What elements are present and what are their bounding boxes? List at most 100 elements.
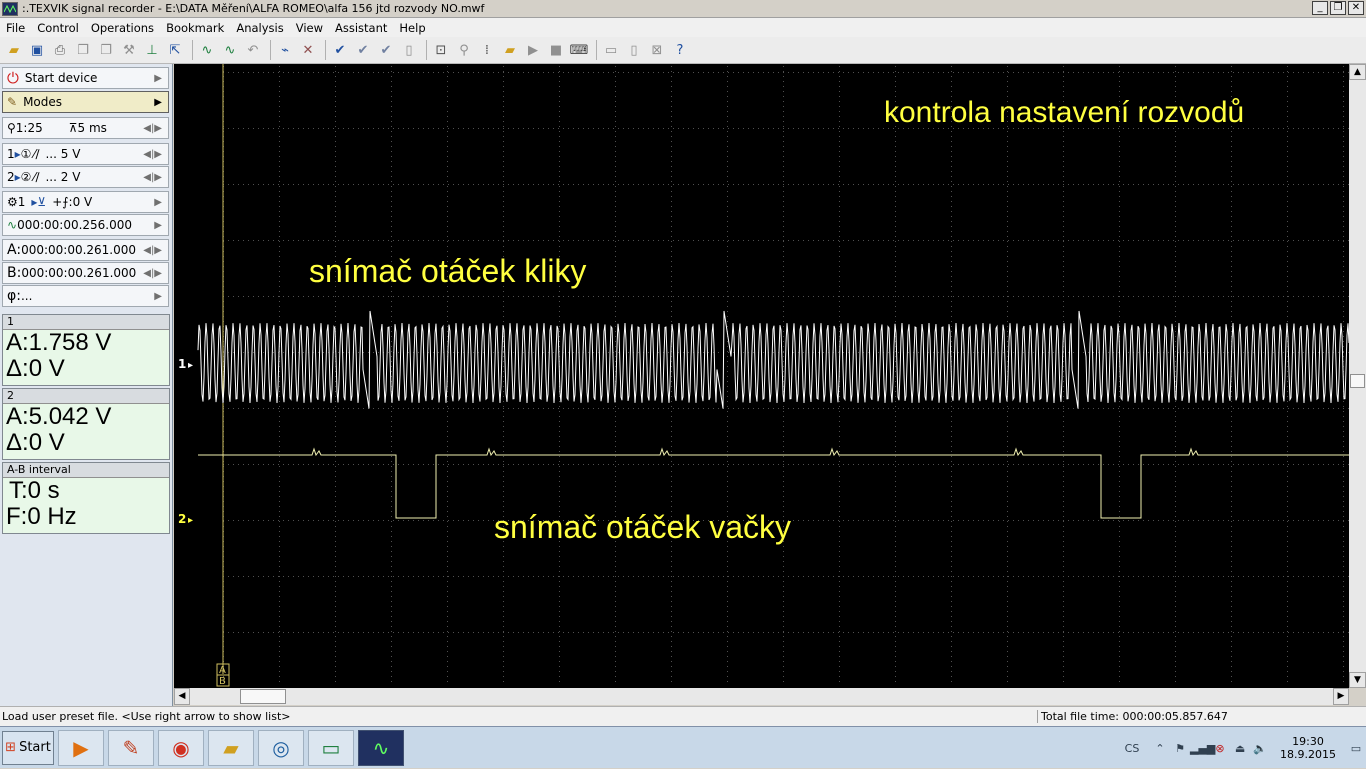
grid-dot <box>703 184 704 185</box>
grid-dot <box>1078 240 1079 241</box>
cursor-b-row[interactable]: B: 000:00:00.261.000 ◀|▶ <box>2 262 169 284</box>
grid-dot <box>853 240 854 241</box>
clear-icon[interactable]: ⊠ <box>647 40 667 60</box>
grid-dot <box>568 576 569 577</box>
grid-dot <box>895 71 896 72</box>
grid-dot <box>468 72 469 73</box>
grid-dot <box>1119 276 1120 277</box>
copy-icon[interactable]: ❐ <box>73 40 93 60</box>
menu-file[interactable]: File <box>0 21 31 35</box>
print-icon[interactable]: ⎙ <box>50 40 70 60</box>
play-icon[interactable]: ▶ <box>523 40 543 60</box>
grid-dot <box>1007 506 1008 507</box>
grid-dot <box>743 128 744 129</box>
grid-dot <box>323 464 324 465</box>
measure-icon[interactable]: ⊥ <box>142 40 162 60</box>
grid-dot <box>558 72 559 73</box>
oscilloscope-canvas[interactable]: A B 1 ▸ 2 ▸ kontrola nastavení rozvodů s… <box>174 64 1349 688</box>
menu-bookmark[interactable]: Bookmark <box>160 21 230 35</box>
grid-dot <box>793 408 794 409</box>
restore-button[interactable]: ❐ <box>1330 1 1346 15</box>
grid-icon[interactable]: ⁞ <box>477 40 497 60</box>
grid-dot <box>248 128 249 129</box>
grid-dot <box>353 240 354 241</box>
grid-dot <box>1343 606 1344 607</box>
grid-dot <box>895 261 896 262</box>
grid-dot <box>503 226 504 227</box>
page-icon[interactable]: ▯ <box>399 40 419 60</box>
modes-button[interactable]: ✎ Modes ▶ <box>2 91 169 113</box>
check-icon[interactable]: ✔ <box>330 40 350 60</box>
grid-dot <box>447 326 448 327</box>
grid-dot <box>503 86 504 87</box>
zoom-fit-icon[interactable]: ⊡ <box>431 40 451 60</box>
signal-icon[interactable]: ∿ <box>197 40 217 60</box>
grid-dot <box>798 184 799 185</box>
grid-dot <box>391 151 392 152</box>
trigger-time-row[interactable]: ∿ 000:00:00.256.000 ▶ <box>2 214 169 236</box>
grid-dot <box>671 571 672 572</box>
grid-dot <box>1063 256 1064 257</box>
app-icon[interactable] <box>2 1 18 16</box>
zoom-timebase-row[interactable]: ⚲ 1:25 ⊼ 5 ms ◀|▶ <box>2 117 169 139</box>
check-down-icon[interactable]: ✔ <box>353 40 373 60</box>
open-folder-icon[interactable]: ▰ <box>4 40 24 60</box>
grid-dot <box>279 146 280 147</box>
grid-dot <box>1263 184 1264 185</box>
grid-dot <box>1023 296 1024 297</box>
check-list-icon[interactable]: ✔ <box>376 40 396 60</box>
phase-row[interactable]: φ: ... ▶ <box>2 285 169 307</box>
channel-1-row[interactable]: 1 ▸ ① ⁄∕ ... 5 V ◀|▶ <box>2 143 169 165</box>
grid-dot <box>447 116 448 117</box>
window-title: :.TEXVIK signal recorder - E:\DATA Měřen… <box>22 2 485 15</box>
keyboard-icon[interactable]: ⌨ <box>569 40 589 60</box>
grid-dot <box>703 128 704 129</box>
image-icon[interactable]: ▭ <box>601 40 621 60</box>
zoom-tool-icon[interactable]: ⚲ <box>454 40 474 60</box>
close-button[interactable]: ✕ <box>1348 1 1364 15</box>
grid-dot <box>1287 251 1288 252</box>
grid-dot <box>718 72 719 73</box>
save-icon[interactable]: ▣ <box>27 40 47 60</box>
grid-dot <box>293 184 294 185</box>
stop-icon[interactable]: ■ <box>546 40 566 60</box>
minimize-button[interactable]: _ <box>1312 1 1328 15</box>
grid-dot <box>573 184 574 185</box>
start-device-button[interactable]: ⏻ Start device ▶ <box>2 67 169 89</box>
select-icon[interactable]: ⇱ <box>165 40 185 60</box>
grid-dot <box>727 406 728 407</box>
grid-dot <box>1007 181 1008 182</box>
menu-help[interactable]: Help <box>393 21 431 35</box>
cursor-a-row[interactable]: A: 000:00:00.261.000 ◀|▶ <box>2 239 169 261</box>
help-icon[interactable]: ? <box>670 40 690 60</box>
grid-dot <box>671 231 672 232</box>
trigger-row[interactable]: ⚙ 1 ▸⊻ +⨍: 0 V ▶ <box>2 191 169 213</box>
grid-dot <box>303 576 304 577</box>
menu-assistant[interactable]: Assistant <box>329 21 393 35</box>
grid-dot <box>798 520 799 521</box>
grid-dot <box>1119 306 1120 307</box>
folder-open-icon[interactable]: ▰ <box>500 40 520 60</box>
grid-dot <box>1143 240 1144 241</box>
doc-icon[interactable]: ▯ <box>624 40 644 60</box>
grid-dot <box>1007 651 1008 652</box>
grid-dot <box>1287 196 1288 197</box>
delete-icon[interactable]: ✕ <box>298 40 318 60</box>
menu-control[interactable]: Control <box>31 21 85 35</box>
menu-view[interactable]: View <box>290 21 329 35</box>
oscilloscope-plot[interactable]: A B 1 ▸ 2 ▸ kontrola nastavení rozvodů s… <box>174 64 1349 688</box>
grid-dot <box>318 632 319 633</box>
menu-analysis[interactable]: Analysis <box>230 21 289 35</box>
tool-icon[interactable]: ⚒ <box>119 40 139 60</box>
signal-filter-icon[interactable]: ∿ <box>220 40 240 60</box>
grid-dot <box>1063 431 1064 432</box>
grid-dot <box>868 464 869 465</box>
paste-icon[interactable]: ❐ <box>96 40 116 60</box>
channel-2-row[interactable]: 2 ▸ ② ⁄∕ ... 2 V ◀|▶ <box>2 166 169 188</box>
grid-dot <box>391 196 392 197</box>
grid-dot <box>671 496 672 497</box>
undo-icon[interactable]: ↶ <box>243 40 263 60</box>
menu-operations[interactable]: Operations <box>85 21 160 35</box>
chart-icon[interactable]: ⌁ <box>275 40 295 60</box>
grid-dot <box>1287 321 1288 322</box>
